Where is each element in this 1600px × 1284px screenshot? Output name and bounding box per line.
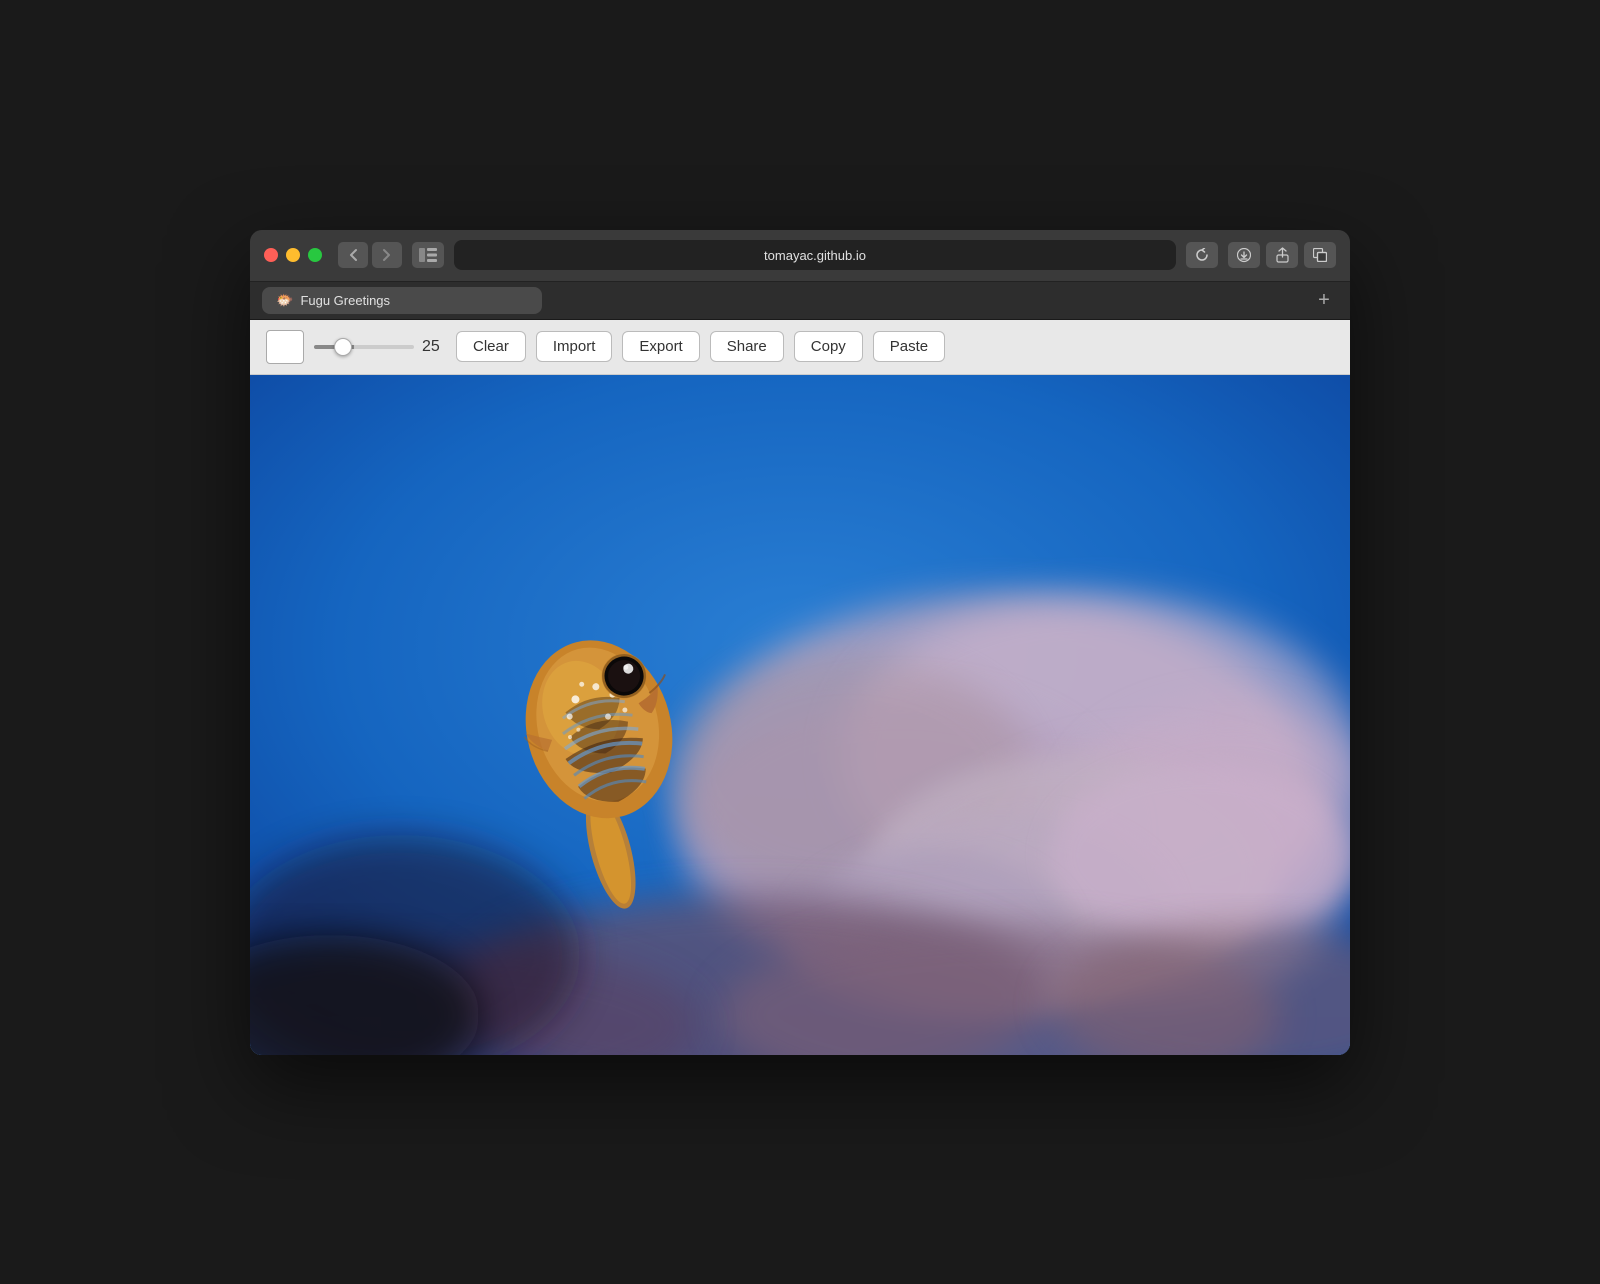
sidebar-toggle-button[interactable]	[412, 242, 444, 268]
clear-button[interactable]: Clear	[456, 331, 526, 362]
download-button[interactable]	[1228, 242, 1260, 268]
canvas-area[interactable]	[250, 375, 1350, 1055]
address-bar[interactable]	[454, 240, 1176, 270]
active-tab[interactable]: 🐡 Fugu Greetings	[262, 287, 542, 314]
forward-button[interactable]	[372, 242, 402, 268]
new-tab-button[interactable]: +	[1310, 286, 1338, 314]
close-button[interactable]	[264, 248, 278, 262]
import-button[interactable]: Import	[536, 331, 613, 362]
title-bar	[250, 230, 1350, 282]
maximize-button[interactable]	[308, 248, 322, 262]
new-tab-icon-button[interactable]	[1304, 242, 1336, 268]
share-button[interactable]	[1266, 242, 1298, 268]
size-value: 25	[422, 338, 446, 356]
fish-scene-svg	[250, 375, 1350, 1055]
paste-button[interactable]: Paste	[873, 331, 945, 362]
export-button[interactable]: Export	[622, 331, 699, 362]
tab-emoji: 🐡	[276, 292, 293, 309]
back-button[interactable]	[338, 242, 368, 268]
browser-window: 🐡 Fugu Greetings + 25 Clear Import Expor…	[250, 230, 1350, 1055]
reload-button[interactable]	[1186, 242, 1218, 268]
minimize-button[interactable]	[286, 248, 300, 262]
nav-buttons	[338, 242, 402, 268]
tab-title: Fugu Greetings	[300, 293, 390, 308]
app-toolbar: 25 Clear Import Export Share Copy Paste	[250, 320, 1350, 375]
copy-button[interactable]: Copy	[794, 331, 863, 362]
toolbar-right	[1228, 242, 1336, 268]
app-content: 25 Clear Import Export Share Copy Paste	[250, 320, 1350, 1055]
traffic-lights	[264, 248, 322, 262]
size-slider[interactable]	[314, 345, 414, 349]
tab-bar: 🐡 Fugu Greetings +	[250, 282, 1350, 320]
share-app-button[interactable]: Share	[710, 331, 784, 362]
slider-container: 25	[314, 338, 446, 356]
color-picker[interactable]	[266, 330, 304, 364]
